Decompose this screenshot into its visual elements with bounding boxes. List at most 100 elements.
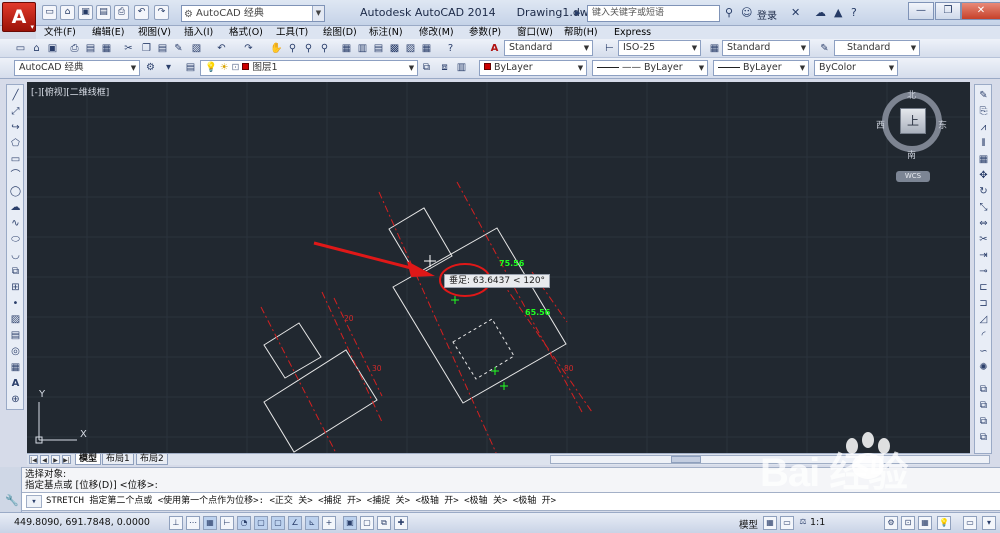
make-current-layer-icon[interactable]: ⧉ <box>420 61 433 74</box>
layer-properties-icon[interactable]: ▤ <box>184 61 197 74</box>
dim-style-icon[interactable]: ⊢ <box>603 42 616 55</box>
search-icon[interactable]: ⚲ <box>725 6 733 19</box>
new-icon[interactable]: ▭ <box>42 5 57 20</box>
transparency-icon[interactable]: ▢ <box>360 516 374 530</box>
undo-icon[interactable]: ↶ <box>215 42 228 55</box>
text-style-icon[interactable]: A <box>488 42 501 55</box>
color-dropdown[interactable]: ByLayer ▼ <box>479 60 587 76</box>
insert-block-icon[interactable]: ⧉ <box>9 265 22 278</box>
login-button[interactable]: 登录 <box>757 7 777 22</box>
viewport-controls-label[interactable]: [-][俯视][二维线框] <box>31 85 109 98</box>
break-icon[interactable]: ⊏ <box>977 281 990 294</box>
zoom-realtime-icon[interactable]: ⚲ <box>286 42 299 55</box>
copy-object-icon[interactable]: ⎘ <box>977 105 990 118</box>
layer-dropdown[interactable]: 💡 ☀ ⊡ 图层1 ▼ <box>200 60 418 76</box>
make-block-icon[interactable]: ⊞ <box>9 281 22 294</box>
layer-previous-icon[interactable]: ⧈ <box>438 61 451 74</box>
plot-icon[interactable]: ⎙ <box>114 5 129 20</box>
search-input[interactable]: 键入关键字或短语 <box>587 5 720 22</box>
line-icon[interactable]: ╱ <box>9 89 22 102</box>
text-style-dropdown[interactable]: Standard ▼ <box>504 40 593 56</box>
region-icon[interactable]: ◎ <box>9 345 22 358</box>
quick-properties-icon[interactable]: ⧉ <box>377 516 391 530</box>
customize-icon[interactable]: ▾ <box>162 61 175 74</box>
menu-item[interactable]: 视图(V) <box>138 26 171 39</box>
spline-icon[interactable]: ∿ <box>9 217 22 230</box>
last-tab-arrow[interactable]: ▶| <box>62 455 71 464</box>
text-front-icon[interactable]: ⧉ <box>977 431 990 444</box>
menu-item[interactable]: 工具(T) <box>276 26 308 39</box>
dim-style-dropdown[interactable]: ISO-25 ▼ <box>618 40 701 56</box>
ellipse-icon[interactable]: ⬭ <box>9 233 22 246</box>
point-icon[interactable]: • <box>9 297 22 310</box>
trim-icon[interactable]: ✂ <box>977 233 990 246</box>
layer-state-icon[interactable]: ▥ <box>455 61 468 74</box>
paste-icon[interactable]: ▤ <box>156 42 169 55</box>
workspace-switch-icon[interactable]: ⚙ <box>884 516 898 530</box>
annotation-scale[interactable]: 1:1 <box>810 517 825 528</box>
circle-icon[interactable]: ◯ <box>9 185 22 198</box>
wcs-menu[interactable]: WCS <box>896 171 930 182</box>
mirror-icon[interactable]: ⩘ <box>977 121 990 134</box>
tool-palettes-icon[interactable]: ▤ <box>372 42 385 55</box>
menu-item[interactable]: 格式(O) <box>229 26 263 39</box>
object-snap-icon[interactable]: ▢ <box>254 516 268 530</box>
viewcube-top-face[interactable]: 上 <box>900 108 926 134</box>
command-line-input[interactable]: ▾ STRETCH 指定第二个点或 <使用第一个点作为位移>: <正交 关> <… <box>22 492 1000 511</box>
lock-icon[interactable]: ⊡ <box>901 516 915 530</box>
scrollbar-thumb[interactable] <box>671 456 701 463</box>
construction-line-icon[interactable]: ⤢ <box>9 105 22 118</box>
menu-item[interactable]: 帮助(H) <box>564 26 598 39</box>
match-properties-icon[interactable]: ✎ <box>172 42 185 55</box>
array-icon[interactable]: ▦ <box>977 153 990 166</box>
coordinates-readout[interactable]: 449.8090, 691.7848, 0.0000 <box>14 517 150 528</box>
rotate-icon[interactable]: ↻ <box>977 185 990 198</box>
compass-east[interactable]: 东 <box>938 118 947 131</box>
bring-front-icon[interactable]: ⧉ <box>977 399 990 412</box>
draw-order-icon[interactable]: ⧉ <box>977 383 990 396</box>
menu-item[interactable]: 参数(P) <box>469 26 501 39</box>
wrench-icon[interactable]: 🔧 <box>5 494 19 507</box>
dynamic-input-icon[interactable]: + <box>322 516 336 530</box>
menu-item[interactable]: 插入(I) <box>184 26 213 39</box>
properties-icon[interactable]: ▦ <box>340 42 353 55</box>
redo-icon[interactable]: ↷ <box>154 5 169 20</box>
menu-item[interactable]: 窗口(W) <box>517 26 553 39</box>
minimize-button[interactable]: — <box>908 2 934 20</box>
tab-model[interactable]: 模型 <box>75 454 102 465</box>
prev-tab-arrow[interactable]: ◀ <box>40 455 49 464</box>
open-icon[interactable]: ⌂ <box>30 42 43 55</box>
stretch-icon[interactable]: ⇔ <box>977 217 990 230</box>
cut-icon[interactable]: ✂ <box>122 42 135 55</box>
menu-item[interactable]: 标注(N) <box>369 26 403 39</box>
drawing-canvas[interactable]: [-][俯视][二维线框] 北 南 东 西 上 WCS 垂足: 63.6437 … <box>27 82 970 455</box>
menu-item[interactable]: 修改(M) <box>419 26 454 39</box>
break-at-point-icon[interactable]: ⊸ <box>977 265 990 278</box>
polygon-icon[interactable]: ⬠ <box>9 137 22 150</box>
exchange-icon[interactable]: ✕ <box>791 6 800 19</box>
fillet-icon[interactable]: ◜ <box>977 329 990 342</box>
ellipse-arc-icon[interactable]: ◡ <box>9 249 22 262</box>
send-back-icon[interactable]: ⧉ <box>977 415 990 428</box>
compass-north[interactable]: 北 <box>907 88 916 101</box>
status-menu-icon[interactable]: ▾ <box>982 516 996 530</box>
ortho-mode-icon[interactable]: ⊢ <box>220 516 234 530</box>
quick-view-drawings-icon[interactable]: ▭ <box>780 516 794 530</box>
explode-icon[interactable]: ✺ <box>977 361 990 374</box>
copy-icon[interactable]: ❐ <box>140 42 153 55</box>
rectangle-icon[interactable]: ▭ <box>9 153 22 166</box>
linetype-dropdown[interactable]: —— ByLayer ▼ <box>592 60 708 76</box>
application-menu-button[interactable]: A ▾ <box>2 2 36 32</box>
save-icon[interactable]: ▣ <box>46 42 59 55</box>
tab-layout2[interactable]: 布局2 <box>136 454 168 465</box>
sheet-set-icon[interactable]: ▩ <box>388 42 401 55</box>
help-icon[interactable]: ? <box>851 6 857 19</box>
menu-item[interactable]: 编辑(E) <box>92 26 124 39</box>
app-store-icon[interactable]: ▲ <box>834 6 842 19</box>
scale-icon[interactable]: ⤡ <box>977 201 990 214</box>
move-icon[interactable]: ✥ <box>977 169 990 182</box>
pan-icon[interactable]: ✋ <box>270 42 283 55</box>
open-icon[interactable]: ⌂ <box>60 5 75 20</box>
user-icon[interactable]: ☺ <box>741 6 752 19</box>
offset-icon[interactable]: ⫴ <box>977 137 990 150</box>
